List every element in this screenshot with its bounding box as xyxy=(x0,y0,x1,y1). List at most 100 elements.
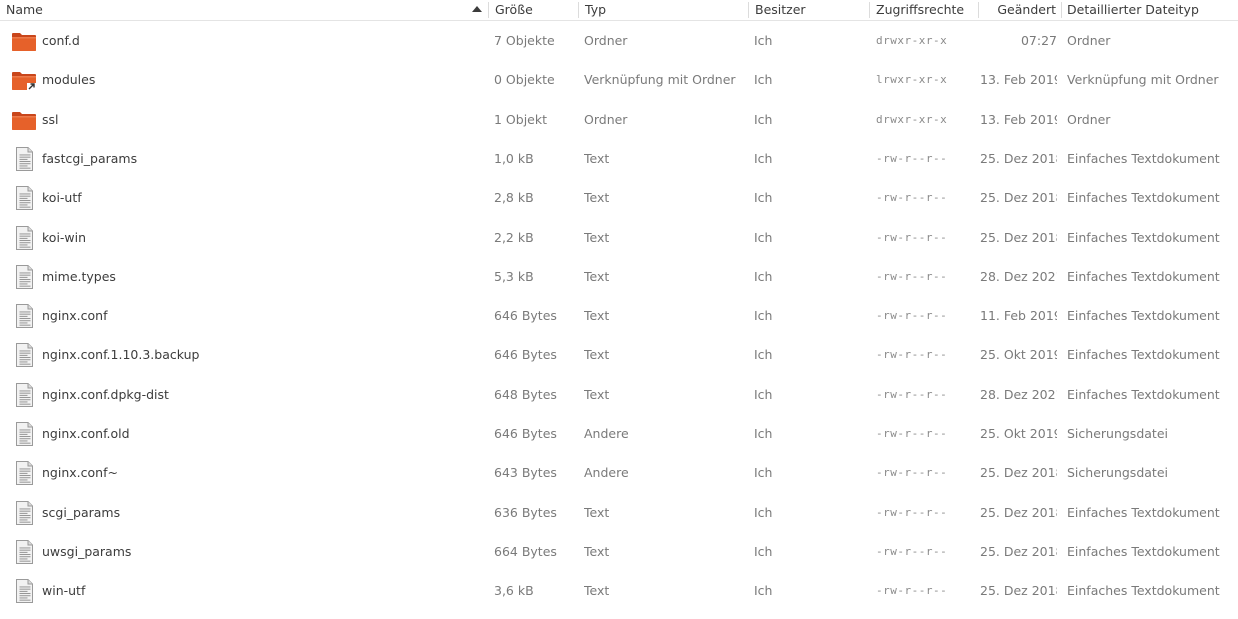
file-type: Text xyxy=(584,190,610,206)
file-row[interactable]: nginx.conf 646 Bytes Text Ich -rw-r--r-- 11. … xyxy=(0,296,1238,335)
file-row[interactable]: scgi_params 636 Bytes Text Ich -rw-r--r-- 25.… xyxy=(0,493,1238,532)
file-type: Verknüpfung mit Ordner xyxy=(584,72,736,88)
sort-ascending-icon xyxy=(472,6,482,12)
text-document-icon xyxy=(11,264,37,290)
column-header-detailed-type[interactable]: Detaillierter Dateityp xyxy=(1067,0,1199,20)
file-modified: 25. Dez 2018 xyxy=(980,543,1057,559)
file-row[interactable]: nginx.conf~ 643 Bytes Andere Ich -rw-r--r-- 2… xyxy=(0,453,1238,492)
file-row[interactable]: nginx.conf.1.10.3.backup 646 Bytes Text Ich… xyxy=(0,335,1238,374)
file-owner: Ich xyxy=(754,543,773,559)
file-row[interactable]: uwsgi_params 664 Bytes Text Ich -rw-r--r-- 25… xyxy=(0,532,1238,571)
file-size: 636 Bytes xyxy=(494,504,557,520)
file-name: nginx.conf.old xyxy=(42,426,130,441)
file-permissions: drwxr-xr-x xyxy=(876,112,948,126)
file-owner: Ich xyxy=(754,504,773,520)
file-modified: 25. Dez 2018 xyxy=(980,150,1057,166)
file-row[interactable]: ssl 1 Objekt Ordner Ich drwxr-xr-x 13. Feb 20… xyxy=(0,100,1238,139)
file-detailed-type: Einfaches Textdokument xyxy=(1067,229,1220,245)
file-row[interactable]: mime.types 5,3 kB Text Ich -rw-r--r-- 28. Dez… xyxy=(0,257,1238,296)
file-detailed-type: Sicherungsdatei xyxy=(1067,465,1168,481)
column-header-type[interactable]: Typ xyxy=(585,0,606,20)
file-size: 648 Bytes xyxy=(494,386,557,402)
file-name: conf.d xyxy=(42,33,80,48)
file-modified: 25. Dez 2018 xyxy=(980,504,1057,520)
column-separator[interactable] xyxy=(578,2,579,18)
file-row[interactable]: fastcgi_params 1,0 kB Text Ich -rw-r--r-- 25.… xyxy=(0,139,1238,178)
file-permissions: -rw-r--r-- xyxy=(876,151,948,165)
backup-document-icon xyxy=(11,460,37,486)
file-size: 646 Bytes xyxy=(494,308,557,324)
file-permissions: -rw-r--r-- xyxy=(876,584,948,598)
file-owner: Ich xyxy=(754,229,773,245)
file-type: Text xyxy=(584,150,610,166)
file-row[interactable]: nginx.conf.dpkg-dist 648 Bytes Text Ich -rw-… xyxy=(0,375,1238,414)
column-header-modified[interactable]: Geändert xyxy=(980,0,1056,20)
file-owner: Ich xyxy=(754,268,773,284)
file-size: 643 Bytes xyxy=(494,465,557,481)
folder-link-icon xyxy=(11,67,37,93)
file-type: Text xyxy=(584,386,610,402)
file-owner: Ich xyxy=(754,33,773,48)
file-modified: 25. Dez 2018 xyxy=(980,465,1057,481)
column-header-owner[interactable]: Besitzer xyxy=(755,0,806,20)
file-name: uwsgi_params xyxy=(42,543,132,559)
file-name: fastcgi_params xyxy=(42,150,138,166)
file-name: nginx.conf.dpkg-dist xyxy=(42,386,169,402)
file-row[interactable]: win-utf 3,6 kB Text Ich -rw-r--r-- 25. Dez 20… xyxy=(0,571,1238,610)
file-type: Text xyxy=(584,583,610,599)
file-name: mime.types xyxy=(42,268,116,284)
column-separator[interactable] xyxy=(869,2,870,18)
file-detailed-type: Ordner xyxy=(1067,33,1111,48)
column-header-permissions[interactable]: Zugriffsrechte xyxy=(876,0,964,20)
file-size: 1 Objekt xyxy=(494,111,548,127)
text-document-icon xyxy=(11,500,37,526)
file-size: 3,6 kB xyxy=(494,583,534,599)
folder-icon xyxy=(11,107,37,133)
column-separator[interactable] xyxy=(748,2,749,18)
file-name: ssl xyxy=(42,111,59,127)
file-row[interactable]: koi-utf 2,8 kB Text Ich -rw-r--r-- 25. Dez 20… xyxy=(0,178,1238,217)
file-name: nginx.conf~ xyxy=(42,465,118,481)
column-separator[interactable] xyxy=(488,2,489,18)
file-detailed-type: Ordner xyxy=(1067,111,1111,127)
file-permissions: -rw-r--r-- xyxy=(876,230,948,244)
file-owner: Ich xyxy=(754,347,773,363)
file-size: 0 Objekte xyxy=(494,72,555,88)
file-row[interactable]: nginx.conf.old 646 Bytes Andere Ich -rw-r--r… xyxy=(0,414,1238,453)
file-type: Andere xyxy=(584,465,629,481)
file-type: Text xyxy=(584,229,610,245)
file-owner: Ich xyxy=(754,308,773,324)
file-modified: 28. Dez 2021 xyxy=(980,386,1057,402)
text-document-icon xyxy=(11,342,37,368)
column-separator[interactable] xyxy=(1061,2,1062,18)
file-owner: Ich xyxy=(754,72,773,88)
file-detailed-type: Sicherungsdatei xyxy=(1067,426,1168,441)
file-detailed-type: Einfaches Textdokument xyxy=(1067,190,1220,206)
file-detailed-type: Einfaches Textdokument xyxy=(1067,386,1220,402)
file-permissions: -rw-r--r-- xyxy=(876,466,948,480)
file-name: koi-win xyxy=(42,229,87,245)
file-type: Ordner xyxy=(584,111,628,127)
file-name: win-utf xyxy=(42,583,86,599)
file-size: 2,2 kB xyxy=(494,229,534,245)
column-header-name[interactable]: Name xyxy=(6,0,43,20)
file-size: 7 Objekte xyxy=(494,33,555,48)
file-detailed-type: Einfaches Textdokument xyxy=(1067,543,1220,559)
file-permissions: lrwxr-xr-x xyxy=(876,73,948,87)
text-document-icon xyxy=(11,303,37,329)
file-owner: Ich xyxy=(754,190,773,206)
file-modified: 25. Okt 2019 xyxy=(980,347,1057,363)
file-owner: Ich xyxy=(754,583,773,599)
file-detailed-type: Einfaches Textdokument xyxy=(1067,583,1220,599)
file-row[interactable]: conf.d 7 Objekte Ordner Ich drwxr-xr-x 07:27 O… xyxy=(0,21,1238,60)
file-modified: 13. Feb 2019 xyxy=(980,111,1057,127)
file-row[interactable]: koi-win 2,2 kB Text Ich -rw-r--r-- 25. Dez 20… xyxy=(0,218,1238,257)
file-owner: Ich xyxy=(754,426,773,441)
folder-icon xyxy=(11,28,37,54)
file-modified: 28. Dez 2021 xyxy=(980,268,1057,284)
column-header-size[interactable]: Größe xyxy=(495,0,533,20)
column-separator[interactable] xyxy=(978,2,979,18)
file-detailed-type: Einfaches Textdokument xyxy=(1067,308,1220,324)
file-row[interactable]: modules 0 Objekte Verknüpfung mit Ordner Ic… xyxy=(0,60,1238,99)
file-modified: 25. Dez 2018 xyxy=(980,190,1057,206)
